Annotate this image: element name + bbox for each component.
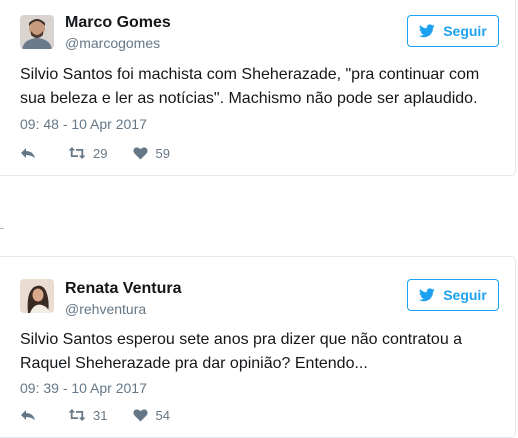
follow-button[interactable]: Seguir	[407, 15, 499, 47]
author-name[interactable]: Renata Ventura	[65, 280, 181, 298]
retweet-icon	[68, 409, 86, 421]
reply-icon	[21, 410, 35, 420]
tweet-timestamp[interactable]: 09: 39 - 10 Apr 2017	[20, 380, 147, 396]
reply-button[interactable]	[20, 408, 36, 422]
like-button[interactable]: 59	[133, 145, 170, 161]
retweet-count: 29	[93, 145, 108, 161]
like-button[interactable]: 54	[133, 407, 170, 423]
tweet-timestamp[interactable]: 09: 48 - 10 Apr 2017	[20, 116, 147, 132]
tweet-actions: 29 59	[20, 143, 170, 163]
reply-button[interactable]	[20, 146, 36, 160]
retweet-button[interactable]: 31	[68, 408, 107, 423]
follow-label: Seguir	[443, 23, 487, 39]
follow-button[interactable]: Seguir	[407, 279, 499, 311]
twitter-bird-icon	[419, 24, 435, 38]
tweet-text: Silvio Santos foi machista com Sheheraza…	[20, 66, 480, 107]
avatar[interactable]	[20, 279, 54, 313]
retweet-button[interactable]: 29	[68, 146, 107, 161]
like-count: 54	[155, 407, 170, 423]
author-handle[interactable]: @rehventura	[65, 301, 146, 317]
tweet-card: Marco Gomes @marcogomes Seguir Silvio Sa…	[0, 0, 516, 176]
retweet-count: 31	[93, 407, 108, 423]
heart-icon	[133, 409, 149, 422]
follow-label: Seguir	[443, 287, 487, 303]
tweet-text: Silvio Santos esperou sete anos pra dize…	[20, 331, 463, 372]
author-name[interactable]: Marco Gomes	[65, 14, 171, 32]
twitter-bird-icon	[419, 288, 435, 302]
retweet-icon	[68, 147, 86, 159]
tweet-card: Renata Ventura @rehventura Seguir Silvio…	[0, 256, 516, 438]
author-handle[interactable]: @marcogomes	[65, 35, 160, 51]
reply-icon	[21, 148, 35, 158]
tweet-actions: 31 54	[20, 405, 170, 425]
heart-icon	[133, 147, 149, 160]
avatar[interactable]	[20, 15, 54, 49]
divider	[0, 228, 4, 229]
like-count: 59	[155, 145, 170, 161]
